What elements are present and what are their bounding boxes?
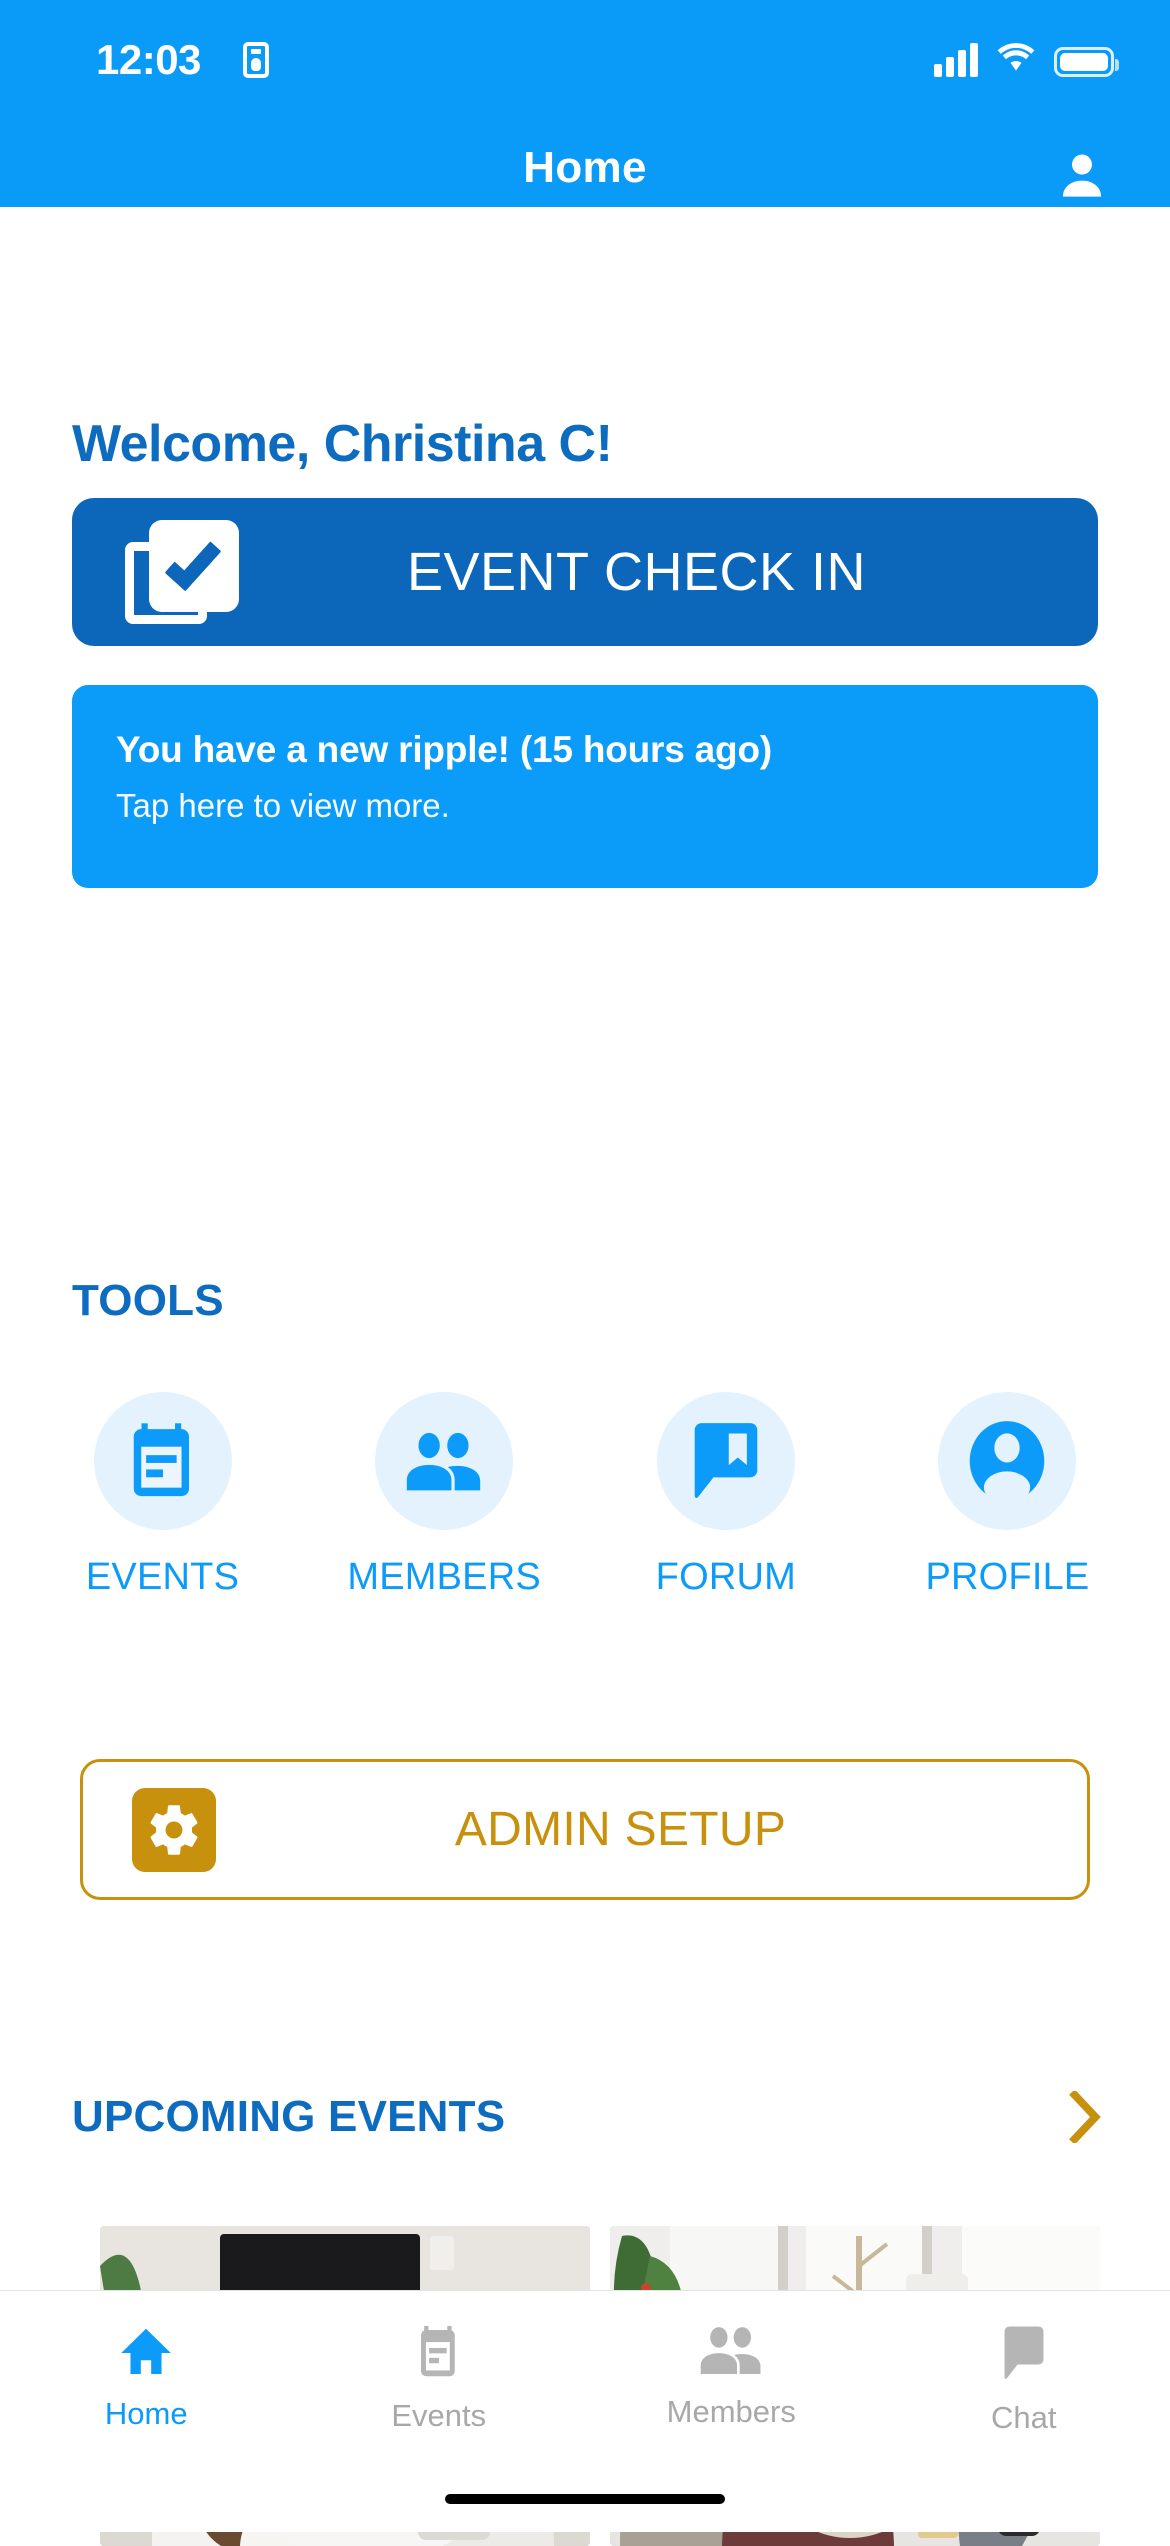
lock-portrait-icon [243,42,269,78]
status-bar: 12:03 [0,0,1170,150]
home-icon [119,2325,173,2382]
upcoming-events-heading: UPCOMING EVENTS [72,2092,505,2142]
bottom-nav-item-home[interactable]: Home [0,2325,293,2432]
ripple-notification-card[interactable]: You have a new ripple! (15 hours ago) Ta… [72,685,1098,888]
chevron-right-icon[interactable] [1060,2087,1110,2147]
chat-bubble-icon [996,2325,1052,2386]
bottom-nav-item-members[interactable]: Members [585,2325,878,2430]
page-title: Home [0,143,1170,193]
app-header: Home [0,150,1170,207]
bottom-nav-item-chat[interactable]: Chat [878,2325,1170,2436]
bottom-nav-label: Events [391,2398,486,2434]
bottom-nav-label: Members [667,2394,796,2430]
admin-setup-button[interactable]: ADMIN SETUP [80,1759,1090,1900]
ripple-subtitle: Tap here to view more. [116,787,1054,825]
battery-full-icon [1054,47,1114,77]
event-check-in-button[interactable]: EVENT CHECK IN [72,498,1098,646]
home-indicator [445,2494,725,2504]
cellular-signal-icon [934,43,978,77]
tools-grid: EVENTS MEMBERS FORUM [40,1392,1130,1599]
bottom-navigation: Home Events Members [0,2290,1170,2532]
calendar-icon [414,2325,464,2384]
ripple-title: You have a new ripple! (15 hours ago) [116,729,1054,771]
tool-label: MEMBERS [347,1556,541,1599]
tool-item-events[interactable]: EVENTS [40,1392,285,1599]
bottom-nav-item-events[interactable]: Events [293,2325,586,2434]
people-icon [375,1392,513,1530]
status-bar-time: 12:03 [96,36,201,84]
tool-item-profile[interactable]: PROFILE [885,1392,1130,1599]
bottom-nav-label: Home [105,2396,188,2432]
chat-bookmark-icon [657,1392,795,1530]
person-icon[interactable] [1054,150,1110,200]
status-bar-indicators [934,38,1114,77]
main-content: Welcome, Christina C! EVENT CHECK IN You… [0,207,1170,2532]
event-check-in-label: EVENT CHECK IN [235,541,1038,603]
library-add-check-icon [125,520,235,624]
tool-item-forum[interactable]: FORUM [603,1392,848,1599]
tool-label: PROFILE [925,1556,1089,1599]
tool-label: EVENTS [86,1556,239,1599]
tool-label: FORUM [656,1556,796,1599]
people-icon [696,2325,766,2380]
account-circle-icon [938,1392,1076,1530]
bottom-nav-label: Chat [991,2400,1056,2436]
admin-setup-label: ADMIN SETUP [216,1802,1025,1857]
tool-item-members[interactable]: MEMBERS [322,1392,567,1599]
tools-heading: TOOLS [72,1276,224,1326]
wifi-icon [994,38,1038,77]
calendar-icon [94,1392,232,1530]
gear-icon [132,1788,216,1872]
welcome-heading: Welcome, Christina C! [72,414,612,474]
